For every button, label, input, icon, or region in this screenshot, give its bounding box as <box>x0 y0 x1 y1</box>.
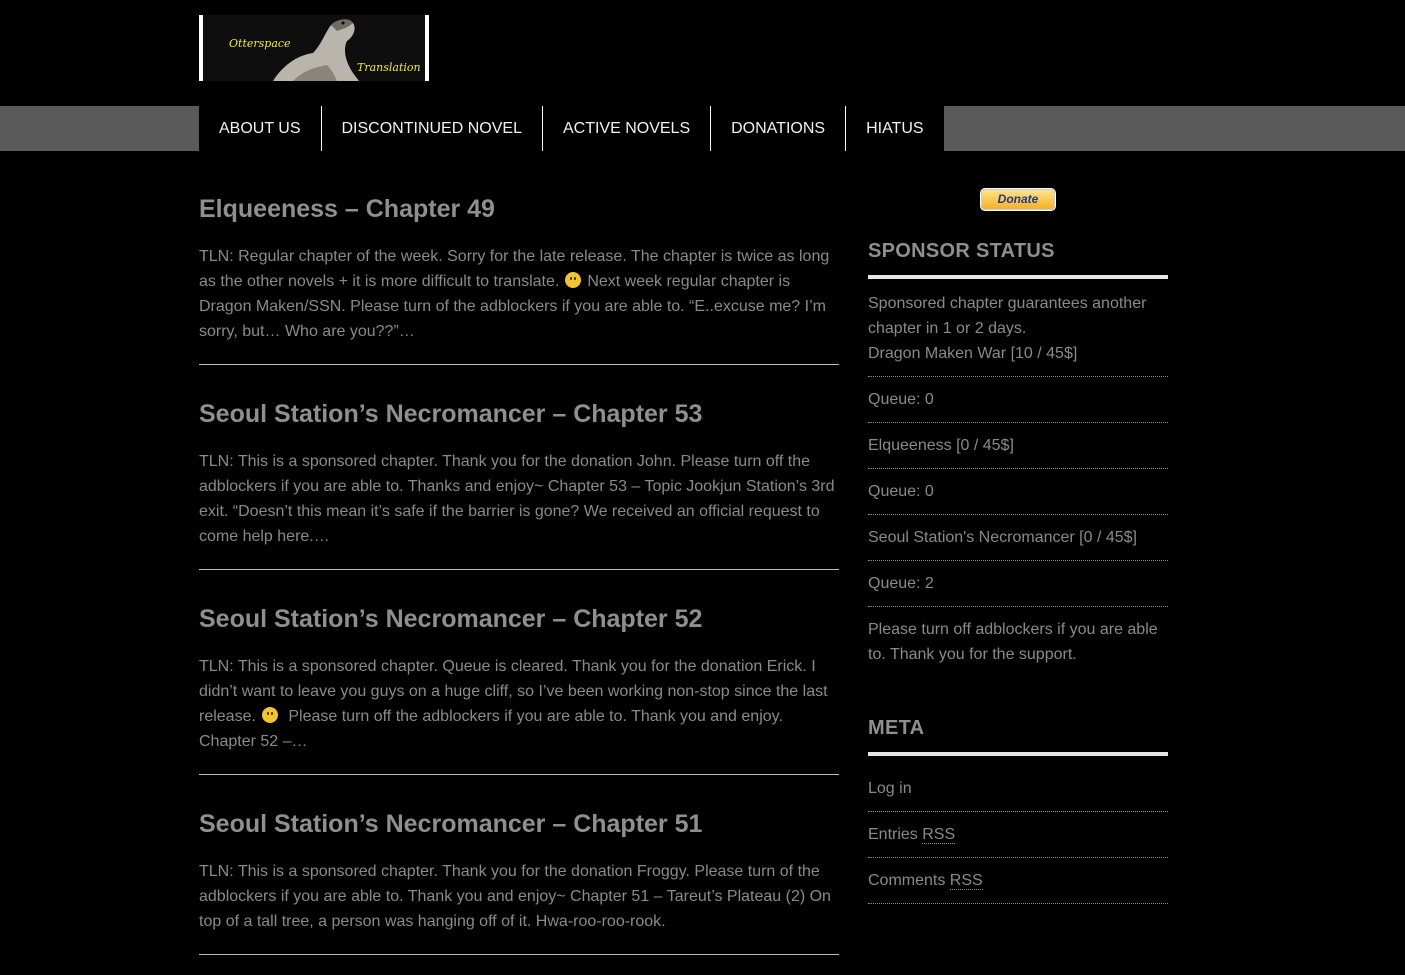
post-excerpt: TLN: This is a sponsored chapter. Queue … <box>199 654 839 754</box>
comments-rss-abbr: RSS <box>949 872 983 890</box>
post-excerpt: TLN: This is a sponsored chapter. Thank … <box>199 863 831 930</box>
meta-list: Log in Entries RSS Comments RSS <box>868 756 1168 904</box>
nav-item-about-us[interactable]: ABOUT US <box>199 106 322 151</box>
site-logo[interactable]: Otterspace Translation <box>199 15 429 81</box>
comments-rss-link[interactable]: Comments RSS <box>868 872 983 890</box>
paypal-donate-button[interactable]: Donate <box>980 188 1056 211</box>
sponsor-status-list: Sponsored chapter guarantees another cha… <box>868 279 1168 677</box>
post-excerpt: TLN: Regular chapter of the week. Sorry … <box>199 244 839 344</box>
posts-list: Elqueeness – Chapter 49 TLN: Regular cha… <box>199 180 839 975</box>
nav-item-active-novels[interactable]: ACTIVE NOVELS <box>543 106 712 151</box>
post-title-link[interactable]: Seoul Station’s Necromancer – Chapter 53 <box>199 385 839 429</box>
post-excerpt: TLN: This is a sponsored chapter. Thank … <box>199 453 835 545</box>
post-title-link[interactable]: Seoul Station’s Necromancer – Chapter 51 <box>199 795 839 839</box>
logo-text-translation: Translation <box>357 61 421 74</box>
sponsor-dragon-maken: Dragon Maken War [10 / 45$] <box>868 345 1078 362</box>
tongue-emoji-icon <box>261 707 278 723</box>
meta-item-entries-rss: Entries RSS <box>868 812 1168 858</box>
entries-rss-abbr: RSS <box>922 826 956 844</box>
post-title-link[interactable]: Elqueeness – Chapter 49 <box>199 180 839 224</box>
post-item: Elqueeness – Chapter 49 TLN: Regular cha… <box>199 180 839 365</box>
post-item: Seoul Station’s Necromancer – Chapter 52… <box>199 590 839 775</box>
sponsor-intro: Sponsored chapter guarantees another cha… <box>868 279 1168 377</box>
nav-menu: ABOUT US DISCONTINUED NOVEL ACTIVE NOVEL… <box>199 106 944 151</box>
sponsor-list-item: Elqueeness [0 / 45$] <box>868 423 1168 469</box>
sponsor-list-item: Queue: 0 <box>868 377 1168 423</box>
login-link[interactable]: Log in <box>868 780 912 797</box>
logo-text-otterspace: Otterspace <box>229 37 291 50</box>
sponsor-list-item: Queue: 0 <box>868 469 1168 515</box>
nav-item-donations[interactable]: DONATIONS <box>711 106 847 151</box>
meta-item-login: Log in <box>868 756 1168 812</box>
sponsor-status-widget: SPONSOR STATUS Sponsored chapter guarant… <box>868 240 1168 677</box>
post-item: Seoul Station’s Necromancer – Chapter 51… <box>199 795 839 955</box>
smile-emoji-icon <box>565 272 582 288</box>
main-navigation: ABOUT US DISCONTINUED NOVEL ACTIVE NOVEL… <box>0 106 1405 151</box>
site-header: Otterspace Translation <box>0 0 1405 106</box>
meta-widget: META Log in Entries RSS Comments RSS <box>868 717 1168 904</box>
post-excerpt-text: Please turn off the adblockers if you ar… <box>199 708 783 750</box>
comments-rss-label: Comments <box>868 872 950 889</box>
widget-title-meta: META <box>868 717 1168 756</box>
widget-title-sponsor-status: SPONSOR STATUS <box>868 240 1168 279</box>
entries-rss-link[interactable]: Entries RSS <box>868 826 956 844</box>
sponsor-list-item: Seoul Station's Necromancer [0 / 45$] <box>868 515 1168 561</box>
entries-rss-label: Entries <box>868 826 923 843</box>
post-title-link[interactable]: Seoul Station’s Necromancer – Chapter 52 <box>199 590 839 634</box>
sponsor-list-item: Queue: 2 <box>868 561 1168 607</box>
sponsor-adblock-note: Please turn off adblockers if you are ab… <box>868 621 1158 663</box>
nav-item-hiatus[interactable]: HIATUS <box>846 106 943 151</box>
meta-item-comments-rss: Comments RSS <box>868 858 1168 904</box>
post-item: Seoul Station’s Necromancer – Chapter 53… <box>199 385 839 570</box>
nav-item-discontinued-novel[interactable]: DISCONTINUED NOVEL <box>322 106 543 151</box>
sponsor-intro-text: Sponsored chapter guarantees another cha… <box>868 295 1147 337</box>
